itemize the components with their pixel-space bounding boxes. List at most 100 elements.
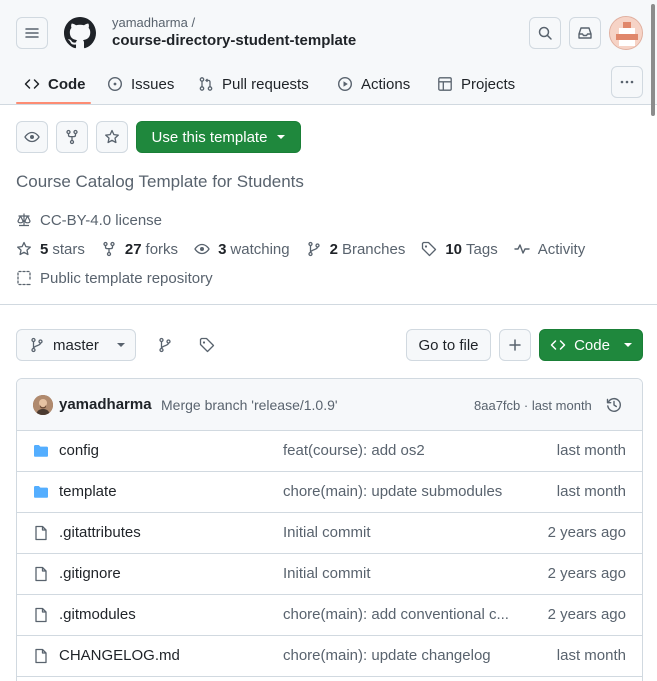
eye-icon [24,131,40,143]
use-template-button[interactable]: Use this template [136,121,301,153]
visibility-info: Public template repository [16,270,213,287]
tab-projects[interactable]: Projects [437,64,515,104]
activity-link[interactable]: Activity [514,240,586,258]
code-icon [24,79,40,89]
commit-message[interactable]: Merge branch 'release/1.0.9' [161,397,338,413]
watching-label: watching [230,240,290,258]
file-commit-message[interactable]: Initial commit [283,565,511,582]
commit-author[interactable]: yamadharma [59,396,152,413]
forks-label: forks [145,240,179,258]
file-name[interactable]: config [59,442,99,459]
commit-author-avatar[interactable] [33,395,53,415]
star-icon [105,129,119,144]
file-commit-message[interactable]: feat(course): add os2 [283,442,511,459]
folder-icon [34,486,48,498]
file-table: yamadharma Merge branch 'release/1.0.9' … [16,378,643,681]
license-link[interactable]: CC-BY-4.0 license [16,212,162,229]
file-commit-age: last month [556,483,626,500]
code-button-label: Code [574,336,610,354]
repo-forked-icon [103,241,115,257]
file-name[interactable]: template [59,483,117,500]
file-name[interactable]: CHANGELOG.md [59,647,180,664]
commit-sha-time[interactable]: 8aa7fcb · last month [474,398,592,413]
stars-label: stars [52,240,85,258]
tab-label: Issues [131,75,175,93]
branch-selector[interactable]: master [16,329,136,361]
tab-pull-requests[interactable]: Pull requests [198,64,309,104]
triangle-down-icon [116,343,125,347]
branches-link[interactable]: 2 Branches [306,240,406,258]
add-file-button[interactable] [499,329,531,361]
star-icon [17,241,31,256]
search-icon [538,26,552,40]
file-row[interactable]: template chore(main): update submodules … [17,472,642,513]
tab-label: Pull requests [222,75,309,93]
file-commit-age: last month [556,647,626,664]
stars-link[interactable]: 5 stars [16,241,85,258]
file-row[interactable]: .gitignore Initial commit 2 years ago [17,554,642,595]
tab-issues[interactable]: Issues [107,64,174,104]
repo-owner-link[interactable]: yamadharma / [112,15,195,30]
activity-label: Activity [537,240,586,258]
file-name[interactable]: .gitattributes [59,524,141,541]
menu-button[interactable] [16,17,48,49]
watch-button[interactable] [16,121,48,153]
visibility-label: Public template repository [40,269,213,287]
tags-link[interactable]: 10 Tags [421,240,498,258]
code-dropdown-button[interactable]: Code [539,329,643,361]
file-commit-message[interactable]: chore(main): add conventional c... [283,606,511,623]
user-avatar[interactable] [609,16,643,50]
tag-icon [422,241,437,257]
kebab-horizontal-icon [620,80,634,84]
repo-description: Course Catalog Template for Students [16,172,304,191]
more-tabs-button[interactable] [611,66,643,98]
eye-icon [194,243,210,255]
file-commit-message[interactable]: chore(main): update submodules [283,483,511,500]
tab-code[interactable]: Code [24,64,86,104]
github-logo-icon[interactable] [64,17,96,49]
file-commit-message[interactable]: chore(main): update changelog [283,647,511,664]
branch-name: master [53,336,99,354]
pulse-icon [514,244,530,254]
tag-icon[interactable] [199,337,215,353]
scrollbar[interactable] [651,4,655,116]
history-icon[interactable] [606,397,622,413]
branches-count: 2 [329,240,338,258]
search-button[interactable] [529,17,561,49]
file-row[interactable]: .gitattributes Initial commit 2 years ag… [17,513,642,554]
file-name[interactable]: .gitmodules [59,606,136,623]
file-icon [35,566,47,582]
forks-link[interactable]: 27 forks [101,241,178,258]
file-icon [35,607,47,623]
repo-name-link[interactable]: course-directory-student-template [112,32,356,49]
go-to-file-button[interactable]: Go to file [406,329,491,361]
file-commit-age: 2 years ago [547,524,626,541]
inbox-button[interactable] [569,17,601,49]
branches-label: Branches [341,240,406,258]
file-commit-age: last month [556,442,626,459]
plus-icon [509,339,521,351]
play-icon [337,76,353,92]
repo-header: yamadharma / course-directory-student-te… [0,0,657,105]
file-row[interactable]: config feat(course): add os2 last month [17,431,642,472]
git-branch-icon [307,241,320,257]
stars-count: 5 [40,240,49,258]
tags-label: Tags [466,240,498,258]
repo-nav: Code Issues Pull requests Actions Projec… [0,64,657,105]
watching-count: 3 [218,240,227,258]
git-branch-icon[interactable] [157,337,173,353]
tab-label: Actions [361,75,411,93]
file-row[interactable]: CHANGELOG.md chore(main): update changel… [17,636,642,677]
watching-link[interactable]: 3 watching [194,241,290,258]
repo-forked-icon [66,129,78,145]
latest-commit-bar: yamadharma Merge branch 'release/1.0.9' … [17,379,642,431]
license-label: CC-BY-4.0 license [40,211,162,229]
tab-actions[interactable]: Actions [337,64,410,104]
file-commit-message[interactable]: Initial commit [283,524,511,541]
file-row[interactable]: .gitmodules chore(main): add conventiona… [17,595,642,636]
file-name[interactable]: .gitignore [59,565,121,582]
star-button[interactable] [96,121,128,153]
triangle-down-icon [623,343,632,347]
triangle-down-icon [277,135,286,139]
fork-button[interactable] [56,121,88,153]
